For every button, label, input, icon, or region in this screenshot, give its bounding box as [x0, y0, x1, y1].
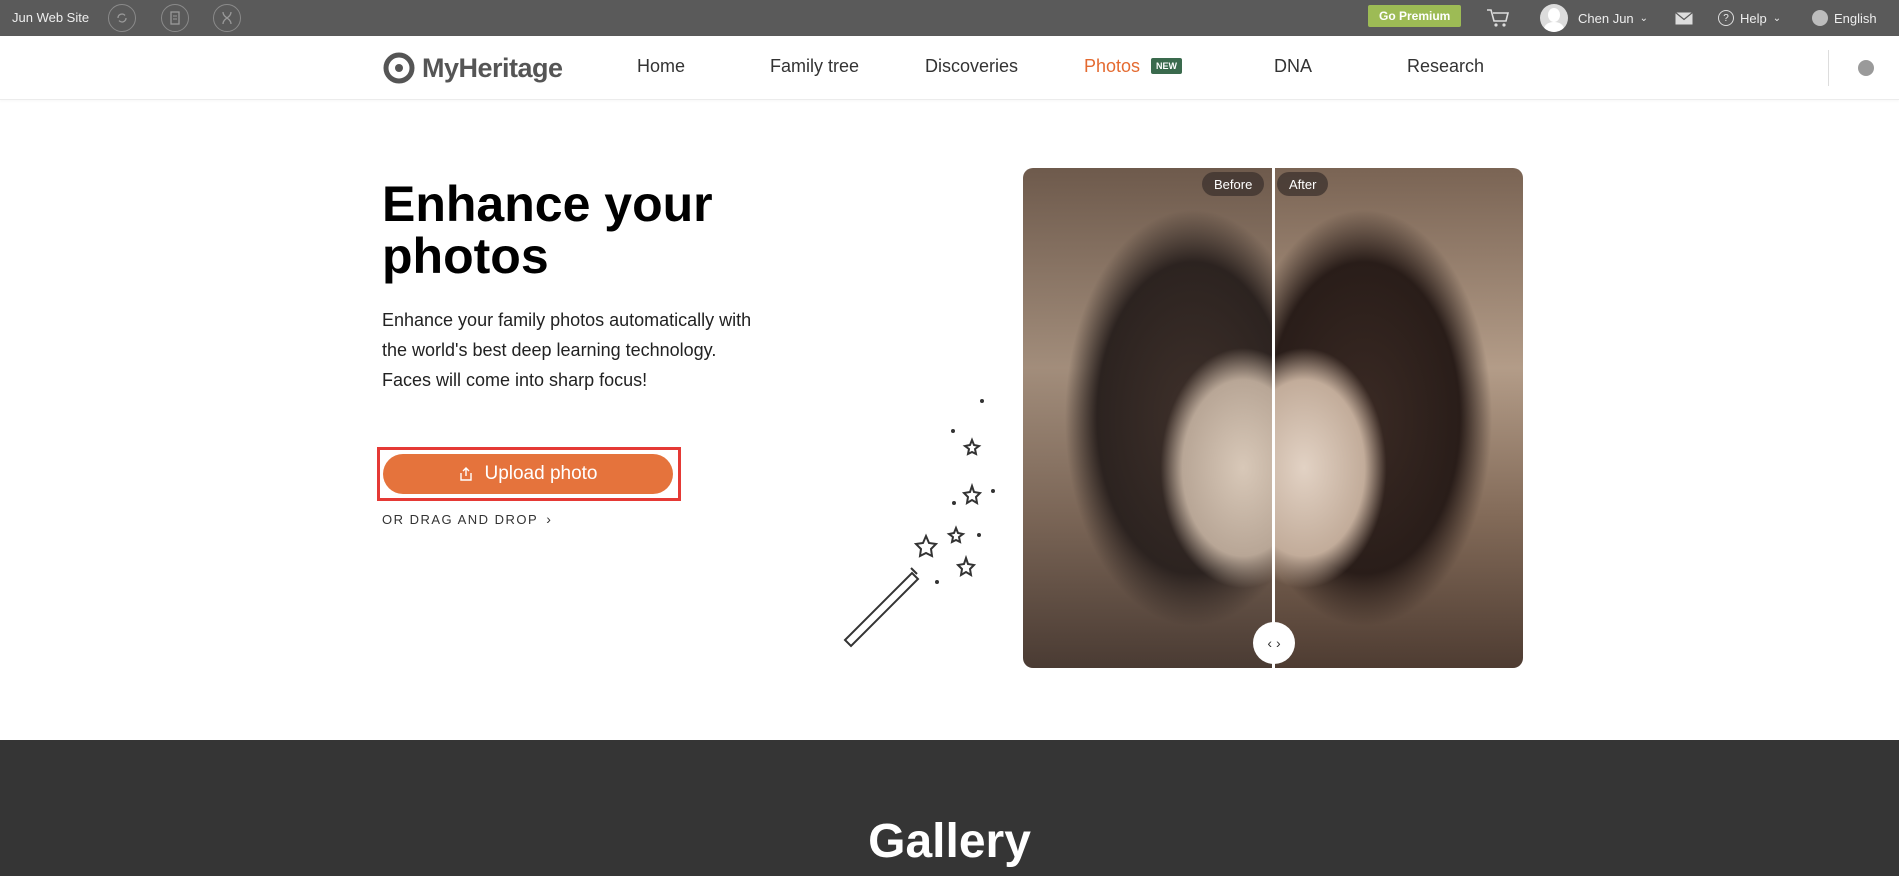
dna-icon[interactable] — [213, 4, 241, 32]
help-menu[interactable]: ? Help ⌄ — [1718, 0, 1781, 36]
document-icon[interactable] — [161, 4, 189, 32]
upload-icon — [460, 467, 473, 481]
new-badge: NEW — [1151, 58, 1182, 74]
after-label: After — [1277, 172, 1329, 196]
chevron-right-icon: › — [546, 511, 553, 527]
brand-name: MyHeritage — [422, 52, 563, 83]
before-after-comparison[interactable]: Before After ‹ › — [1023, 168, 1523, 668]
arrows-horizontal-icon: ‹ › — [1267, 635, 1281, 651]
language-label: English — [1834, 10, 1877, 26]
chevron-down-icon: ⌄ — [1639, 12, 1649, 24]
before-photo — [1023, 168, 1272, 668]
go-premium-button[interactable]: Go Premium — [1368, 5, 1462, 27]
hero-description: Enhance your family photos automatically… — [382, 305, 762, 395]
drag-and-drop-label: OR DRAG AND DROP — [382, 511, 539, 527]
nav-dna[interactable]: DNA — [1274, 56, 1312, 77]
after-photo — [1274, 168, 1523, 668]
user-name: Chen Jun — [1578, 10, 1634, 26]
chevron-down-icon: ⌄ — [1772, 12, 1782, 24]
hero-description-focus: Faces will come into sharp focus! — [382, 370, 648, 390]
help-icon: ? — [1718, 10, 1734, 26]
help-label: Help — [1740, 10, 1767, 26]
upload-photo-label: Upload photo — [484, 463, 598, 484]
comparison-slider-handle[interactable]: ‹ › — [1253, 622, 1295, 664]
upload-photo-button[interactable]: Upload photo — [383, 454, 673, 494]
nav-home[interactable]: Home — [637, 56, 685, 77]
nav-discoveries[interactable]: Discoveries — [925, 56, 1018, 77]
main-navigation: MyHeritage Home Family tree Discoveries … — [0, 36, 1899, 100]
magic-wand-illustration — [843, 399, 995, 648]
site-name-link[interactable]: Jun Web Site — [12, 10, 89, 25]
accessibility-icon[interactable] — [1858, 60, 1874, 76]
mail-icon[interactable] — [1675, 0, 1693, 36]
gallery-section: Gallery — [0, 740, 1899, 876]
page-title: Enhance your photos — [382, 176, 713, 284]
nav-research[interactable]: Research — [1407, 56, 1484, 77]
language-selector[interactable]: English — [1812, 0, 1877, 36]
user-menu[interactable]: Chen Jun ⌄ — [1540, 0, 1648, 36]
logo-icon — [383, 52, 415, 84]
gallery-title: Gallery — [868, 815, 1031, 868]
comparison-divider[interactable] — [1272, 168, 1275, 668]
nav-divider — [1828, 50, 1829, 86]
cart-icon[interactable] — [1486, 0, 1510, 36]
nav-photos[interactable]: Photos — [1084, 56, 1140, 77]
nav-family-tree[interactable]: Family tree — [770, 56, 859, 77]
drag-and-drop-link[interactable]: OR DRAG AND DROP › — [382, 511, 552, 527]
avatar — [1540, 4, 1568, 32]
top-utility-bar: Jun Web Site Go Premium Chen Jun ⌄ ? Hel… — [0, 0, 1899, 36]
myheritage-logo[interactable]: MyHeritage — [382, 52, 563, 84]
before-label: Before — [1202, 172, 1265, 196]
globe-icon — [1812, 10, 1828, 26]
hero-description-main: Enhance your family photos automatically… — [382, 310, 752, 360]
sync-icon[interactable] — [108, 4, 136, 32]
